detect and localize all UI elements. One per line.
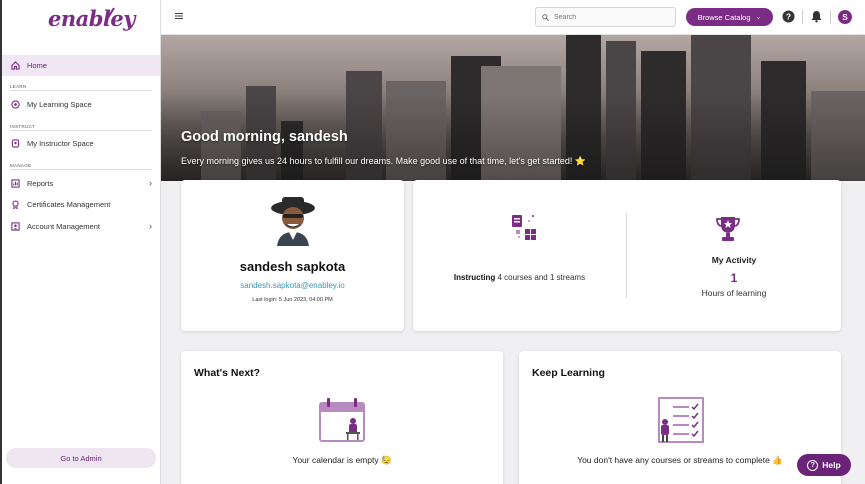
keep-learning-card: Keep Learning You don't have any courses… — [519, 351, 841, 484]
help-circle-icon[interactable]: ? — [782, 10, 795, 23]
account-icon — [10, 222, 20, 232]
motivation-text: Every morning gives us 24 hours to fulfi… — [181, 156, 587, 166]
home-icon — [10, 61, 20, 71]
chevron-right-icon: › — [149, 178, 152, 188]
logo-swoosh-icon — [104, 7, 115, 24]
search-input[interactable] — [554, 13, 664, 21]
greeting-heading: Good morning, sandesh — [181, 129, 348, 145]
checklist-illustration — [658, 397, 704, 443]
sidebar-item-label: Home — [27, 61, 48, 70]
help-label: Help — [822, 460, 841, 470]
sidebar-item-account-management[interactable]: Account Management › — [0, 216, 160, 237]
profile-avatar — [271, 197, 315, 246]
hero-banner: Good morning, sandesh Every morning give… — [161, 35, 865, 181]
instructing-summary: Instructing 4 courses and 1 streams — [413, 273, 626, 282]
sidebar-item-learning-space[interactable]: My Learning Space — [0, 94, 160, 115]
learning-space-icon — [10, 100, 20, 110]
activity-title: My Activity — [711, 255, 757, 265]
instructor-icon — [10, 139, 20, 149]
sidebar-item-label: My Instructor Space — [27, 139, 94, 148]
sidebar-item-home[interactable]: Home — [0, 55, 160, 76]
window-edge — [0, 0, 2, 484]
calendar-illustration — [319, 398, 365, 442]
instructing-label: Instructing — [453, 273, 496, 282]
divider — [10, 130, 152, 131]
calendar-empty-message: Your calendar is empty 😓 — [292, 455, 392, 465]
sidebar-item-certificates[interactable]: Certificates Management — [0, 194, 160, 215]
divider — [830, 10, 831, 24]
svg-text:?: ? — [786, 12, 791, 22]
section-label-instruct: INSTRUCT — [10, 124, 36, 129]
help-button[interactable]: ? Help — [797, 454, 851, 476]
sidebar: enabley Home LEARN My Learning Space INS… — [0, 0, 161, 484]
certificate-icon — [10, 200, 20, 210]
stats-card: Instructing 4 courses and 1 streams My A… — [413, 180, 841, 331]
browse-catalog-label: Browse Catalog — [697, 12, 751, 22]
instructing-icon — [512, 215, 536, 240]
trophy-icon — [716, 217, 740, 241]
profile-card: sandesh sapkota sandesh.sapkota@enabley.… — [181, 180, 404, 331]
chevron-down-icon: ⌄ — [755, 14, 762, 21]
top-header: Browse Catalog ⌄ ? S — [161, 0, 865, 35]
reports-icon — [10, 179, 20, 189]
profile-email[interactable]: sandesh.sapkota@enabley.io — [181, 281, 404, 290]
chevron-right-icon: › — [149, 221, 152, 231]
activity-hours-value: 1 — [730, 271, 738, 285]
go-to-admin-button[interactable]: Go to Admin — [6, 448, 156, 468]
last-login-text: Last login: 5 Jun 2023, 04:00 PM — [252, 297, 333, 303]
divider — [10, 169, 152, 170]
sidebar-item-reports[interactable]: Reports › — [0, 173, 160, 194]
sidebar-item-label: My Learning Space — [27, 100, 92, 109]
section-label-learn: LEARN — [10, 84, 27, 89]
search-icon — [542, 13, 549, 21]
divider — [10, 90, 152, 91]
activity-hours-label: Hours of learning — [701, 288, 767, 298]
question-mark-icon: ? — [807, 459, 819, 471]
instructing-counts: 4 courses and 1 streams — [495, 273, 586, 282]
whats-next-card: What's Next? Your calendar is empty 😓 — [181, 351, 503, 484]
hamburger-menu-icon[interactable] — [175, 12, 183, 20]
profile-name: sandesh sapkota — [239, 259, 346, 274]
notification-bell-icon[interactable] — [810, 10, 823, 23]
enabley-logo[interactable]: enabley — [48, 6, 135, 31]
search-box[interactable] — [535, 7, 676, 27]
sidebar-item-label: Reports — [27, 179, 54, 188]
keep-learning-title: Keep Learning — [532, 367, 605, 379]
user-avatar[interactable]: S — [838, 10, 852, 24]
no-courses-message: You don't have any courses or streams to… — [577, 455, 783, 465]
sidebar-item-label: Account Management — [27, 222, 100, 231]
divider — [802, 10, 803, 24]
section-label-manage: MANAGE — [10, 163, 32, 168]
sidebar-item-instructor-space[interactable]: My Instructor Space — [0, 133, 160, 154]
whats-next-title: What's Next? — [194, 367, 261, 379]
browse-catalog-button[interactable]: Browse Catalog ⌄ — [686, 8, 773, 26]
sidebar-item-label: Certificates Management — [27, 200, 111, 209]
